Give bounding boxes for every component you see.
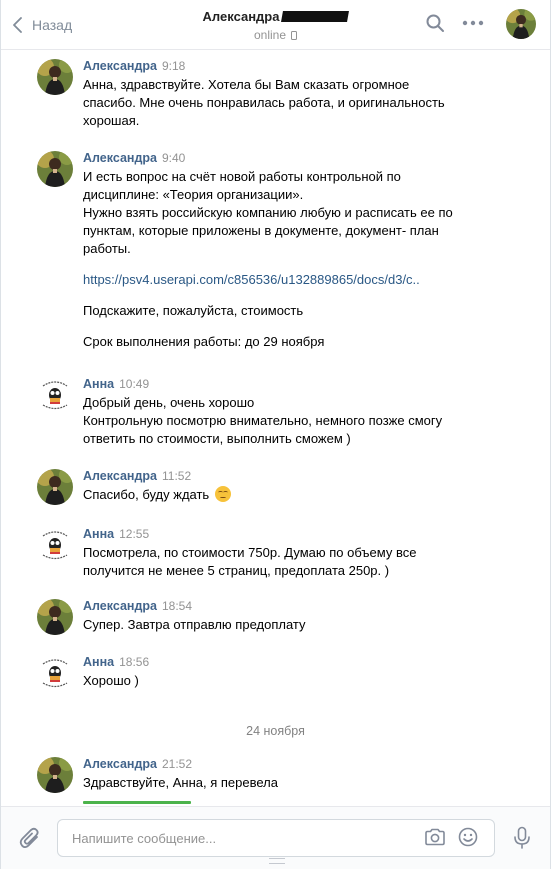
message-line-text: Спасибо, буду ждать <box>83 487 210 502</box>
author-name: Анна <box>83 655 115 669</box>
message-text: Супер. Завтра отправлю предоплату <box>83 616 493 634</box>
photo-avatar[interactable] <box>37 757 73 793</box>
message-text: Хорошо ) <box>83 672 493 690</box>
message-line: ответить по стоимости, выполнить сможем … <box>83 431 351 446</box>
search-icon[interactable] <box>425 13 445 33</box>
message-line: Подскажите, пожалуйста, стоимость <box>83 303 304 318</box>
smile-icon[interactable] <box>458 827 478 847</box>
more-icon[interactable] <box>462 17 484 29</box>
author-name: Александра <box>83 757 157 771</box>
message-text: Посмотрела, по стоимости 750р. Думаю по … <box>83 544 493 580</box>
contact-name[interactable]: Александра <box>202 9 350 24</box>
online-status-text: online <box>253 28 287 42</box>
message-author[interactable]: Александра 9:18 <box>83 59 185 73</box>
phone-icon <box>291 31 298 40</box>
chat-window: Назад Александра online Александра 9:18 А… <box>0 0 551 869</box>
microphone-icon[interactable] <box>513 826 531 850</box>
message-text: Анна, здравствуйте. Хотела бы Вам сказат… <box>83 76 493 130</box>
message-line: спасибо. Мне очень понравилась работа, и… <box>83 95 445 110</box>
message-time[interactable]: 9:40 <box>162 151 185 165</box>
message-line: Посмотрела, по стоимости 750р. Думаю по … <box>83 545 417 560</box>
cartoon-avatar[interactable] <box>37 655 73 691</box>
message-line: работы. <box>83 241 131 256</box>
message-line: дисциплине: «Теория организации». <box>83 187 304 202</box>
message-time[interactable]: 12:55 <box>119 527 149 541</box>
message-line: Срок выполнения работы: до 29 ноября <box>83 334 325 349</box>
author-name: Анна <box>83 527 115 541</box>
author-name: Александра <box>83 151 157 165</box>
photo-avatar[interactable] <box>37 59 73 95</box>
author-name: Александра <box>83 599 157 613</box>
message-author[interactable]: Анна 18:56 <box>83 655 149 669</box>
message-author[interactable]: Александра 18:54 <box>83 599 192 613</box>
author-name: Александра <box>83 59 157 73</box>
message-line: Здравствуйте, Анна, я перевела <box>83 775 278 790</box>
document-link[interactable]: https://psv4.userapi.com/c856536/u132889… <box>83 271 493 289</box>
author-name: Анна <box>83 377 115 391</box>
redaction-mark <box>281 11 350 22</box>
contact-avatar[interactable] <box>506 9 536 39</box>
resize-handle[interactable] <box>269 858 285 864</box>
message-author[interactable]: Александра 21:52 <box>83 757 192 771</box>
message-line: Хорошо ) <box>83 673 139 688</box>
photo-avatar[interactable] <box>37 151 73 187</box>
message-author[interactable]: Анна 12:55 <box>83 527 149 541</box>
message-time[interactable]: 18:56 <box>119 655 149 669</box>
camera-icon[interactable] <box>424 828 446 846</box>
photo-avatar[interactable] <box>37 469 73 505</box>
message-line: Анна, здравствуйте. Хотела бы Вам сказат… <box>83 77 410 92</box>
message-line: Добрый день, очень хорошо <box>83 395 255 410</box>
attachment-progress-bar <box>83 801 191 804</box>
message-line: пунктам, которые приложены в документе, … <box>83 223 439 238</box>
message-line: получится не менее 5 страниц, предоплата… <box>83 563 390 578</box>
message-text: Добрый день, очень хорошо Контрольную по… <box>83 394 493 448</box>
contact-name-text: Александра <box>202 9 280 24</box>
message-author[interactable]: Александра 11:52 <box>83 469 191 483</box>
online-status: online <box>1 28 550 42</box>
message-time[interactable]: 11:52 <box>162 469 191 483</box>
message-time[interactable]: 10:49 <box>119 377 149 391</box>
message-author[interactable]: Анна 10:49 <box>83 377 149 391</box>
date-separator: 24 ноября <box>246 724 305 738</box>
chat-header: Назад Александра online <box>1 0 550 50</box>
message-line: хорошая. <box>83 113 140 128</box>
message-time[interactable]: 9:18 <box>162 59 185 73</box>
message-line: И есть вопрос на счёт новой работы контр… <box>83 169 401 184</box>
message-text: Спасибо, буду ждать <box>83 486 493 504</box>
message-text: Здравствуйте, Анна, я перевела <box>83 774 493 792</box>
message-line: Супер. Завтра отправлю предоплату <box>83 617 306 632</box>
author-name: Александра <box>83 469 157 483</box>
message-text: И есть вопрос на счёт новой работы контр… <box>83 168 493 351</box>
relieved-face-emoji <box>214 486 231 502</box>
cartoon-avatar[interactable] <box>37 527 73 563</box>
message-line: Нужно взять российскую компанию любую и … <box>83 205 453 220</box>
message-time[interactable]: 18:54 <box>162 599 192 613</box>
message-author[interactable]: Александра 9:40 <box>83 151 185 165</box>
cartoon-avatar[interactable] <box>37 377 73 413</box>
paperclip-icon[interactable] <box>19 826 41 850</box>
message-time[interactable]: 21:52 <box>162 757 192 771</box>
photo-avatar[interactable] <box>37 599 73 635</box>
message-line: Контрольную посмотрю внимательно, немног… <box>83 413 443 428</box>
message-line: Спасибо, буду ждать <box>83 486 493 504</box>
